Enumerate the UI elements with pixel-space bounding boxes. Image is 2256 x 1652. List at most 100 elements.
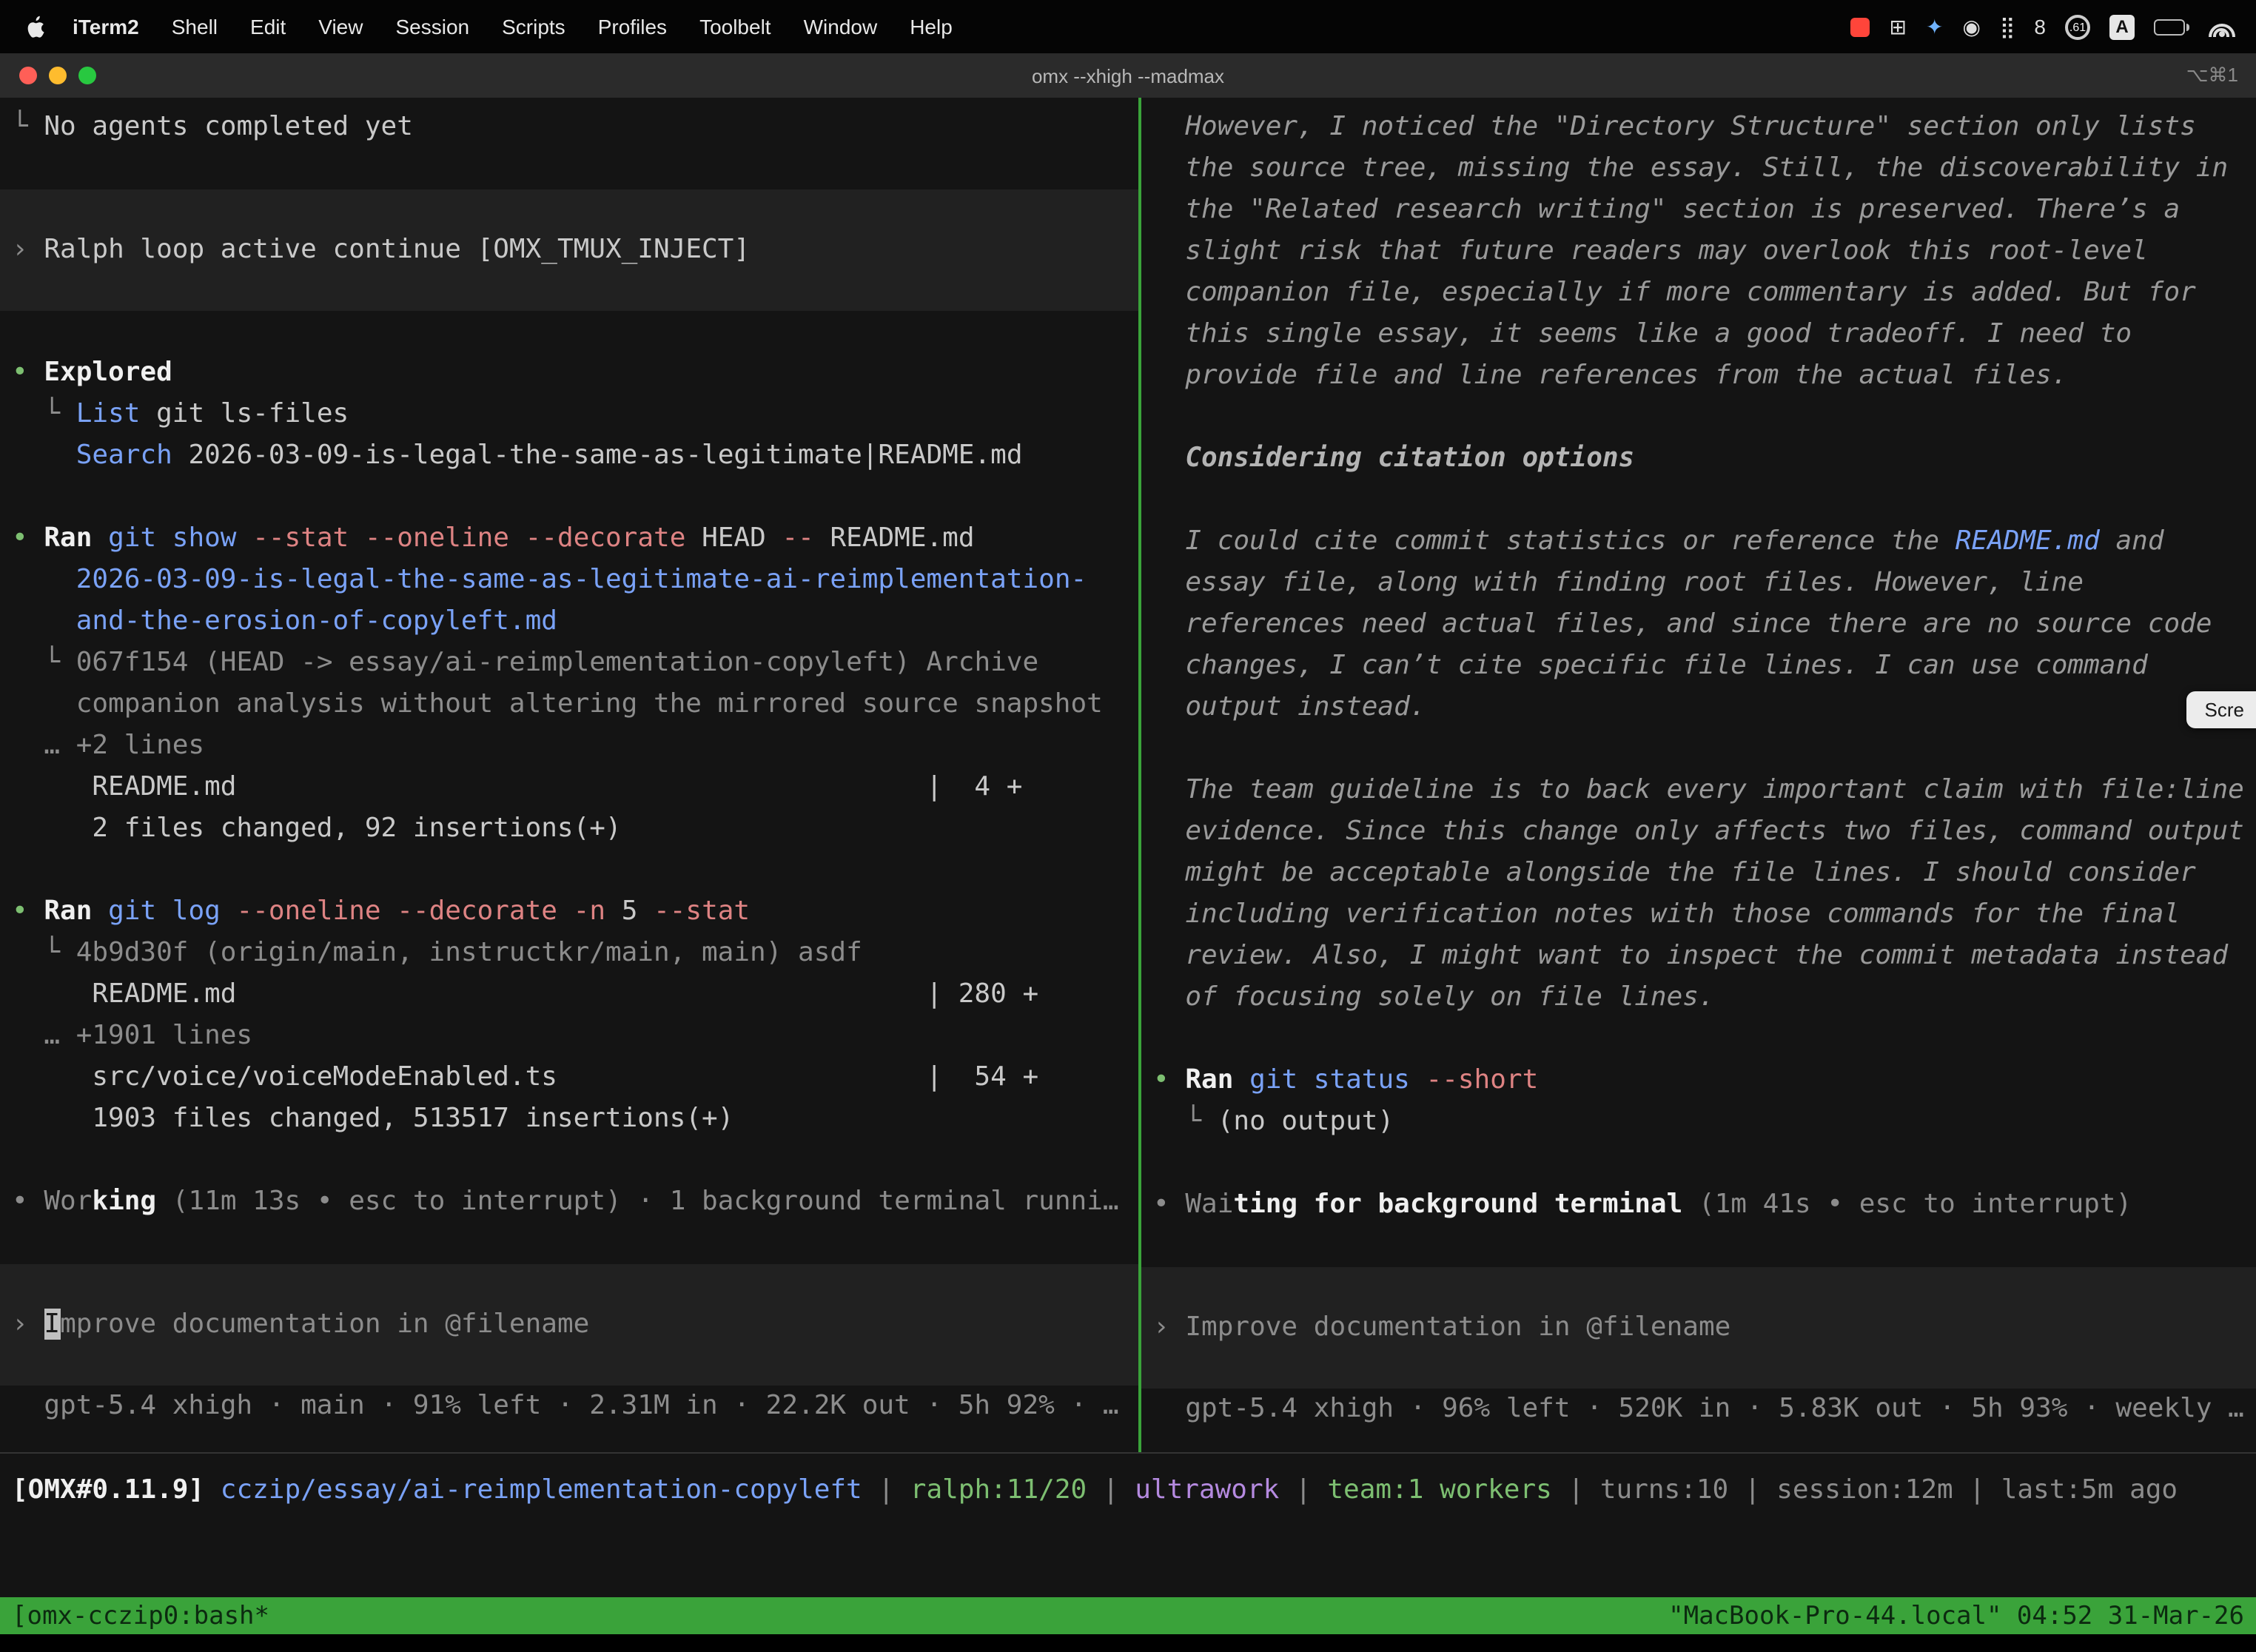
- left-terminal-pane[interactable]: └ No agents completed yet › Ralph loop a…: [0, 98, 1138, 1452]
- terminal-line: review. Also, I might want to inspect th…: [1141, 936, 2256, 977]
- right-terminal-pane[interactable]: However, I noticed the "Directory Struct…: [1141, 98, 2256, 1452]
- text-segment: ›: [12, 234, 44, 265]
- terminal-line: gpt-5.4 xhigh · main · 91% left · 2.31M …: [0, 1386, 1138, 1427]
- terminal-line: [0, 477, 1138, 518]
- terminal-line: • Working (11m 13s • esc to interrupt) ·…: [0, 1181, 1138, 1223]
- bottom-strip: [0, 1634, 2256, 1652]
- text-segment: of focusing solely on file lines.: [1153, 981, 1715, 1013]
- menu-bar-status-icons: ⊞ ✦ ◉ ⣿ 8 .61 A: [1851, 14, 2236, 39]
- screen-recording-icon[interactable]: [1851, 17, 1870, 36]
- text-segment: └: [1153, 1106, 1218, 1137]
- text-segment: 2026-03-09-is-legal-the-same-as-legitima…: [76, 564, 1087, 595]
- text-segment: However, I noticed the "Directory Struct…: [1153, 111, 2196, 142]
- text-segment: team:1 workers: [1327, 1474, 1551, 1505]
- text-segment: references need actual files, and since …: [1153, 608, 2212, 639]
- menu-scripts[interactable]: Scripts: [486, 15, 582, 38]
- menu-iterm2[interactable]: iTerm2: [56, 15, 155, 38]
- dots-grid-icon[interactable]: ⣿: [2000, 16, 2015, 37]
- menu-view[interactable]: View: [302, 15, 379, 38]
- text-segment: (11m 13s • esc to interrupt) · 1 backgro…: [156, 1186, 1118, 1217]
- terminal-line: evidence. Since this change only affects…: [1141, 811, 2256, 853]
- terminal-line: provide file and line references from th…: [1141, 355, 2256, 397]
- input-source-icon[interactable]: A: [2109, 14, 2135, 39]
- text-segment: The team guideline is to back every impo…: [1153, 774, 2244, 805]
- keypad-8-icon[interactable]: 8: [2034, 16, 2046, 37]
- menu-window[interactable]: Window: [788, 15, 894, 38]
- tmux-session-name: [omx-cczip0:bash*: [12, 1601, 269, 1631]
- window-shortcut-badge: ⌥⌘1: [2186, 64, 2238, 87]
- terminal-line: [1141, 1226, 2256, 1267]
- text-segment: review. Also, I might want to inspect th…: [1153, 940, 2228, 971]
- text-segment: might be acceptable alongside the file l…: [1153, 857, 2196, 888]
- tool-activity-lines: • Explored └ List git ls-files Search 20…: [0, 311, 1138, 1264]
- menu-toolbelt[interactable]: Toolbelt: [683, 15, 788, 38]
- text-segment: Ran: [44, 896, 108, 927]
- battery-icon[interactable]: [2154, 19, 2189, 35]
- terminal-line: [1141, 480, 2256, 521]
- menu-edit[interactable]: Edit: [234, 15, 302, 38]
- prompt-input-box[interactable]: › Improve documentation in @filename: [1141, 1267, 2256, 1389]
- text-segment: Improve documentation in @filename: [1185, 1312, 1730, 1343]
- terminal-line: Considering citation options: [1141, 438, 2256, 480]
- text-segment: and: [2100, 526, 2164, 557]
- minimize-button[interactable]: [49, 67, 67, 84]
- text-segment: •: [1153, 1189, 1185, 1220]
- text-segment: README.md | 4 +: [12, 771, 1022, 802]
- prompt-input-box[interactable]: › Improve documentation in @filename: [0, 1264, 1138, 1386]
- screen-share-indicator[interactable]: Scre: [2187, 691, 2256, 728]
- text-cursor: I: [44, 1309, 60, 1340]
- terminal-line: gpt-5.4 xhigh · 96% left · 520K in · 5.8…: [1141, 1389, 2256, 1430]
- menu-help[interactable]: Help: [893, 15, 969, 38]
- terminal-line: I could cite commit statistics or refere…: [1141, 521, 2256, 563]
- terminal-line: [0, 311, 1138, 352]
- text-segment: |: [1087, 1474, 1135, 1505]
- text-segment: |: [862, 1474, 910, 1505]
- text-segment: Ran: [1185, 1064, 1249, 1095]
- terminal-line: › Improve documentation in @filename: [1141, 1307, 2256, 1349]
- menu-session[interactable]: Session: [379, 15, 486, 38]
- text-segment: 067f154 (HEAD -> essay/ai-reimplementati…: [76, 647, 1038, 678]
- terminal-line: the "Related research writing" section i…: [1141, 189, 2256, 231]
- zoom-button[interactable]: [78, 67, 96, 84]
- inject-notice-box[interactable]: › Ralph loop active continue [OMX_TMUX_I…: [0, 189, 1138, 311]
- circle-app-icon[interactable]: ◉: [1962, 16, 1980, 37]
- text-segment: └: [12, 937, 76, 968]
- app-grid-icon[interactable]: ⊞: [1890, 16, 1907, 37]
- thinking-lines: However, I noticed the "Directory Struct…: [1141, 107, 2256, 1267]
- spark-app-icon[interactable]: ✦: [1926, 16, 1943, 37]
- text-segment: •: [12, 357, 44, 388]
- text-segment: git show: [108, 523, 252, 554]
- terminal-line: • Waiting for background terminal (1m 41…: [1141, 1184, 2256, 1226]
- terminal-line: However, I noticed the "Directory Struct…: [1141, 107, 2256, 148]
- terminal-line: [0, 148, 1138, 189]
- apple-menu-icon[interactable]: [27, 14, 47, 39]
- gauge-icon[interactable]: .61: [2065, 14, 2090, 39]
- text-segment: [12, 564, 76, 595]
- text-segment: including verification notes with those …: [1153, 899, 2180, 930]
- terminal-line: including verification notes with those …: [1141, 894, 2256, 936]
- terminal-line: companion analysis without altering the …: [0, 684, 1138, 725]
- terminal-line: [1141, 728, 2256, 770]
- text-segment: … +2 lines: [12, 730, 204, 761]
- session-stats-line: gpt-5.4 xhigh · main · 91% left · 2.31M …: [0, 1386, 1138, 1427]
- terminal-line: Search 2026-03-09-is-legal-the-same-as-l…: [0, 435, 1138, 477]
- terminal-line: The team guideline is to back every impo…: [1141, 770, 2256, 811]
- terminal-line: └ No agents completed yet: [0, 107, 1138, 148]
- tmux-status-bar: [omx-cczip0:bash* "MacBook-Pro-44.local"…: [0, 1597, 2256, 1634]
- text-segment: •: [1153, 1064, 1185, 1095]
- menu-shell[interactable]: Shell: [155, 15, 234, 38]
- text-segment: Ran: [44, 523, 108, 554]
- menu-profiles[interactable]: Profiles: [582, 15, 683, 38]
- text-segment: … +1901 lines: [12, 1020, 252, 1051]
- terminal-line: 1903 files changed, 513517 insertions(+): [0, 1098, 1138, 1140]
- window-title-bar[interactable]: omx --xhigh --madmax ⌥⌘1: [0, 53, 2256, 99]
- terminal-line: of focusing solely on file lines.: [1141, 977, 2256, 1018]
- terminal-line: [1141, 397, 2256, 438]
- terminal-panes: └ No agents completed yet › Ralph loop a…: [0, 98, 2256, 1454]
- text-segment: No agents completed yet: [44, 111, 413, 142]
- close-button[interactable]: [19, 67, 37, 84]
- text-segment: README.md: [1955, 526, 2100, 557]
- terminal-line: [1141, 1018, 2256, 1060]
- wifi-icon[interactable]: [2209, 17, 2235, 36]
- text-segment: changes, I can’t cite specific file line…: [1153, 650, 2148, 681]
